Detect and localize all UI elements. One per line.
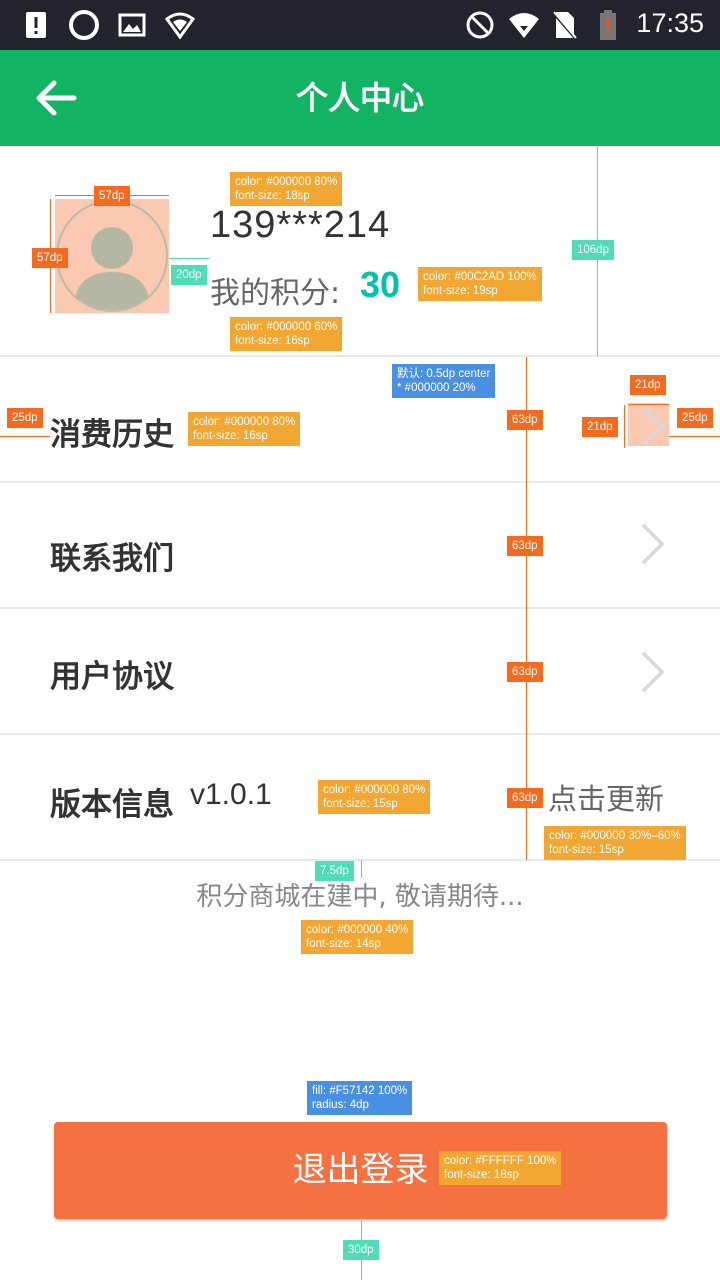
no-disturb-icon: [466, 11, 494, 39]
wifi-icon: [509, 13, 539, 38]
spec-tag: 20dp: [171, 265, 207, 285]
person-icon: [74, 227, 150, 310]
phone-number: 139***214: [210, 204, 391, 246]
spec-tag: 25dp: [7, 408, 43, 428]
menu-item-label: 联系我们: [50, 541, 174, 577]
spec-tag: fill: #F57142 100% radius: 4dp: [307, 1081, 413, 1115]
menu-item-label: 消费历史: [50, 417, 174, 453]
points-label: 我的积分:: [210, 276, 341, 311]
spec-tag: 106dp: [572, 240, 614, 260]
menu-item-agreement[interactable]: 用户协议: [0, 609, 720, 733]
shield-icon: [164, 12, 196, 40]
spec-tag: 默认: 0.5dp center * #000000 20%: [392, 364, 496, 398]
spec-tag: color: #000000 80% font-size: 15sp: [318, 780, 431, 814]
spec-tag: color: #000000 80% font-size: 18sp: [230, 172, 343, 206]
menu-item-label: 用户协议: [50, 659, 174, 695]
version-label: 版本信息: [50, 787, 174, 823]
spec-tag: 25dp: [677, 408, 713, 428]
mall-notice: 积分商城在建中, 敬请期待...: [196, 882, 524, 912]
spec-tag: 7.5dp: [315, 861, 354, 881]
chevron-right-icon: [641, 651, 665, 693]
update-button[interactable]: 点击更新: [548, 776, 664, 818]
spec-tag: 57dp: [32, 248, 68, 268]
spec-tag: 21dp: [630, 375, 666, 395]
page-title: 个人中心: [295, 79, 424, 117]
sync-icon: [69, 10, 99, 40]
arrow-left-icon[interactable]: [30, 72, 82, 124]
measure-line: [526, 357, 527, 860]
spec-tag: 57dp: [94, 186, 130, 206]
version-number: v1.0.1: [190, 778, 272, 811]
logout-label: 退出登录: [292, 1150, 429, 1190]
measure-line: [0, 436, 50, 437]
spec-tag: 63dp: [507, 536, 543, 556]
spec-tag: 63dp: [507, 410, 543, 430]
spec-tag: color: #FFFFFF 100% font-size: 18sp: [439, 1151, 562, 1185]
measure-line: [624, 405, 625, 448]
app-bar: 个人中心: [0, 50, 720, 146]
spec-tag: color: #000000 60% font-size: 16sp: [230, 317, 343, 351]
alert-icon: [26, 12, 46, 38]
spec-tag: color: #00C2AD 100% font-size: 19sp: [418, 267, 542, 301]
logout-button[interactable]: 退出登录: [54, 1122, 667, 1219]
menu-item-contact[interactable]: 联系我们: [0, 483, 720, 607]
avatar[interactable]: [56, 200, 168, 312]
spec-tag: 63dp: [507, 662, 543, 682]
measure-line: [169, 258, 209, 259]
spec-tag: 63dp: [507, 788, 543, 808]
spec-tag: color: #000000 40% font-size: 14sp: [301, 920, 414, 954]
spec-tag: color: #000000 30%–60% font-size: 15sp: [544, 826, 686, 860]
spec-tag: 30dp: [343, 1240, 379, 1260]
spec-tag: color: #000000 80% font-size: 16sp: [188, 412, 301, 446]
measure-line: [361, 860, 362, 878]
battery-icon: [600, 10, 616, 40]
chevron-right-icon: [641, 523, 665, 565]
measure-line: [628, 404, 669, 405]
measure-line: [669, 436, 720, 437]
no-sim-icon: [550, 10, 578, 40]
chevron-right-icon: [641, 405, 665, 447]
points-value: 30: [360, 264, 401, 305]
spec-tag: 21dp: [582, 417, 618, 437]
status-bar: 17:35: [0, 0, 720, 50]
clock: 17:35: [636, 8, 704, 38]
image-icon: [118, 13, 146, 37]
